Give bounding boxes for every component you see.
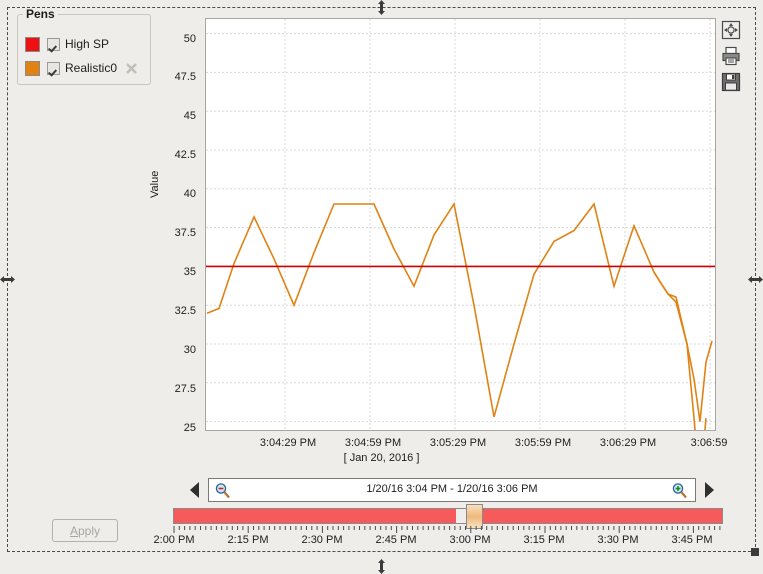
timeline-track[interactable] [173,508,723,524]
save-icon[interactable] [720,71,742,93]
pen-visibility-checkbox[interactable] [47,37,60,51]
resize-handle-left[interactable] [0,272,15,287]
x-tick-label: 3:05:59 PM [514,437,572,449]
range-value-text: 1/20/16 3:04 PM - 1/20/16 3:06 PM [366,483,538,495]
pen-label: Realistic0 [65,61,118,75]
range-input[interactable]: 1/20/16 3:04 PM - 1/20/16 3:06 PM [208,478,696,502]
y-tick-label: 50 [183,33,196,45]
apply-button-label: Apply [70,524,100,538]
next-arrow-icon[interactable] [702,481,716,499]
y-tick-label: 25 [183,422,196,434]
pen-visibility-checkbox[interactable] [47,61,60,75]
y-tick-label: 42.5 [174,149,196,161]
y-tick-label: 37.5 [174,227,196,239]
timeline-selection-gap [456,509,466,523]
x-tick-label: 3:06:29 PM [599,437,657,449]
resize-handle-bottom[interactable] [374,559,389,574]
series-line-realistic0 [206,201,707,430]
apply-label-rest: pply [78,523,101,538]
pens-panel-title: Pens [23,8,58,20]
zoom-in-icon[interactable] [671,482,688,499]
timeline-label: 3:15 PM [523,534,565,546]
timeline-label: 2:45 PM [375,534,417,546]
timeline-label: 2:15 PM [227,534,269,546]
timeline-ticks [173,526,721,533]
apply-mnemonic: A [69,523,78,538]
apply-button[interactable]: Apply [52,519,118,542]
pen-label: High SP [65,37,110,51]
pen-row-high-sp[interactable]: High SP [25,36,109,52]
resize-handle-right[interactable] [748,272,763,287]
y-tick-label: 45 [183,110,196,122]
y-tick-label: 27.5 [174,383,196,395]
x-tick-label: 3:05:29 PM [429,437,487,449]
timeline-label: 3:45 PM [671,534,713,546]
timeline-label: 3:30 PM [597,534,639,546]
x-axis-label: [ Jan 20, 2016 ] [343,452,420,464]
x-tick-label: 3:04:59 PM [344,437,402,449]
fit-to-window-icon[interactable] [720,19,742,41]
print-icon[interactable] [720,45,742,67]
y-tick-label: 32.5 [174,305,196,317]
resize-handle-corner[interactable] [748,545,763,560]
x-tick-label: 3:04:29 PM [259,437,317,449]
pen-color-swatch [25,36,40,52]
resize-handle-top[interactable] [374,0,389,15]
chart-widget-root: Pens High SP Realistic0 Value 50 47.5 45… [0,0,763,574]
x-tick-label: 3:06:59 [690,437,728,449]
remove-pen-icon[interactable] [125,62,138,75]
pen-row-realistic0[interactable]: Realistic0 [25,60,138,76]
series-line-realistic0-tail [653,271,713,422]
timeline-label: 2:30 PM [301,534,343,546]
chart-plot-area[interactable] [205,18,716,431]
range-selector: 1/20/16 3:04 PM - 1/20/16 3:06 PM [188,478,716,503]
y-tick-label: 35 [183,266,196,278]
timeline-label: 2:00 PM [153,534,195,546]
timeline-label: 3:00 PM [449,534,491,546]
y-tick-label: 47.5 [174,71,196,83]
y-tick-label: 40 [183,188,196,200]
previous-arrow-icon[interactable] [188,481,202,499]
pen-color-swatch [25,60,40,76]
y-tick-label: 30 [183,344,196,356]
timeline-scrollbar[interactable]: 2:00 PM 2:15 PM 2:30 PM 2:45 PM 3:00 PM … [154,504,723,550]
